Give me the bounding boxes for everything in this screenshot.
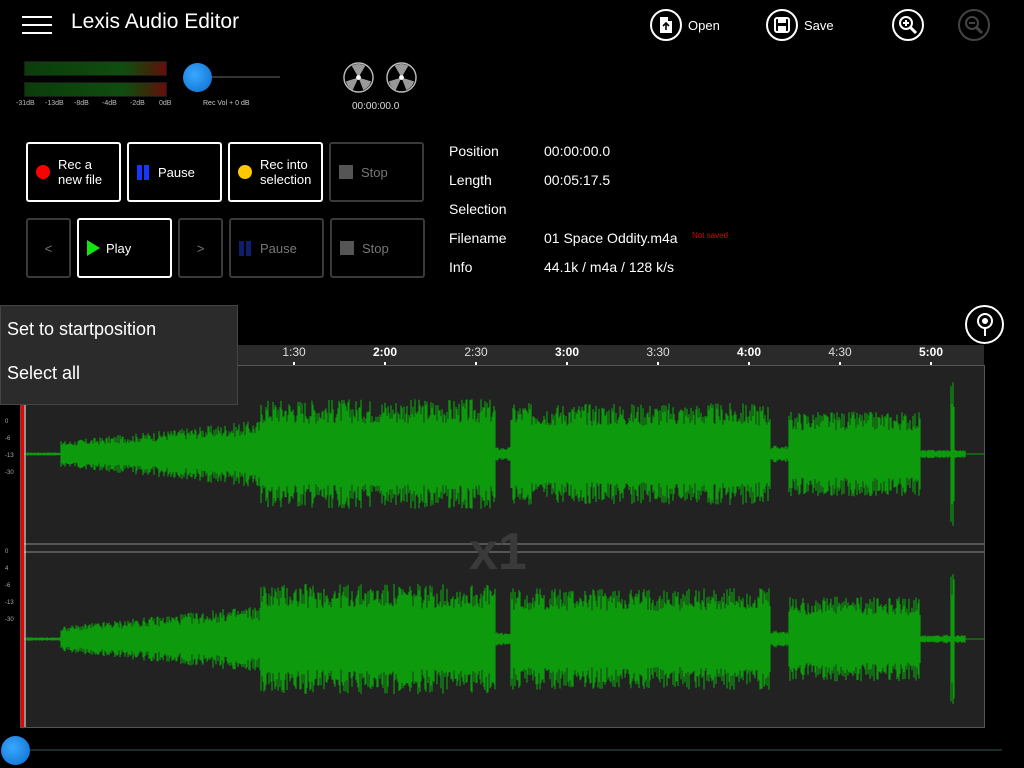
stop-icon: [340, 241, 354, 255]
position-slider-track[interactable]: [30, 749, 1002, 751]
meter-tick: -31dB: [16, 100, 35, 107]
open-button[interactable]: Open: [650, 9, 720, 41]
pause-record-button[interactable]: Pause: [127, 142, 222, 202]
zoom-level-label: x1: [469, 523, 527, 581]
menu-item-select-all[interactable]: Select all: [7, 363, 80, 384]
pause-label: Pause: [158, 164, 195, 180]
open-label: Open: [688, 17, 720, 33]
timeline-tick-label: 2:30: [464, 345, 488, 359]
stop-label: Stop: [362, 240, 389, 256]
timeline-tick-label: 4:30: [828, 345, 852, 359]
zoom-in-icon: [892, 9, 924, 41]
stop-record-button[interactable]: Stop: [329, 142, 424, 202]
record-selection-dot-icon: [238, 165, 252, 179]
info-label: Info: [449, 259, 473, 275]
meter-right-channel: [24, 82, 167, 97]
rec-into-selection-label: Rec into selection: [260, 157, 312, 187]
meter-left-channel: [24, 61, 167, 76]
app-title: Lexis Audio Editor: [71, 10, 240, 33]
not-saved-badge: Not saved: [692, 231, 729, 240]
db-scale-top: 0 -6 -13 -30: [5, 419, 14, 476]
info-value: 44.1k / m4a / 128 k/s: [544, 259, 674, 275]
zoom-out-button[interactable]: [958, 9, 990, 41]
menu-item-set-to-startposition[interactable]: Set to startposition: [7, 319, 156, 340]
zoom-out-icon: [958, 9, 990, 41]
playhead-marker[interactable]: [21, 366, 24, 727]
previous-button[interactable]: <: [26, 218, 71, 278]
timeline-tick-label: 5:00: [918, 345, 944, 359]
save-label: Save: [804, 17, 834, 33]
pause-play-button[interactable]: Pause: [229, 218, 324, 278]
rec-into-selection-button[interactable]: Rec into selection: [228, 142, 323, 202]
meter-tick: 0dB: [159, 100, 172, 107]
db-scale-bottom: 0 4 -6 -13 -30: [5, 549, 14, 623]
play-button[interactable]: Play: [77, 218, 172, 278]
stop-label: Stop: [361, 164, 388, 180]
hamburger-icon: [22, 16, 52, 18]
rec-volume-slider-knob[interactable]: [183, 63, 212, 92]
rec-volume-track[interactable]: [200, 76, 280, 78]
pause-icon: [239, 240, 253, 256]
waveform-channel-right: [26, 574, 981, 704]
stop-play-button[interactable]: Stop: [330, 218, 425, 278]
marker-button[interactable]: [965, 305, 1004, 344]
position-label: Position: [449, 143, 499, 159]
tape-reel-icon: [343, 62, 374, 93]
rec-new-file-button[interactable]: Rec a new file: [26, 142, 121, 202]
tape-reel-icon: [386, 62, 417, 93]
position-slider-knob[interactable]: [1, 736, 30, 765]
play-label: Play: [106, 240, 132, 256]
location-pin-icon: [976, 312, 993, 336]
reel-time-display: 00:00:00.0: [352, 101, 400, 112]
meter-tick: -4dB: [102, 100, 117, 107]
open-file-icon: [650, 9, 682, 41]
meter-tick: -8dB: [74, 100, 89, 107]
pause-icon: [137, 164, 151, 180]
rec-new-file-label: Rec a new file: [58, 157, 103, 187]
zoom-in-button[interactable]: [892, 9, 924, 41]
level-meter: [24, 61, 167, 99]
timeline-tick-label: 3:00: [554, 345, 580, 359]
rec-volume-label: Rec Vol + 0 dB: [203, 100, 250, 107]
length-label: Length: [449, 172, 492, 188]
menu-button[interactable]: [22, 12, 52, 38]
timeline-tick-label: 4:00: [736, 345, 762, 359]
record-dot-icon: [36, 165, 50, 179]
length-value: 00:05:17.5: [544, 172, 611, 188]
meter-tick: -2dB: [130, 100, 145, 107]
next-button[interactable]: >: [178, 218, 223, 278]
selection-label: Selection: [449, 201, 507, 217]
next-label: >: [196, 240, 205, 256]
filename-label: Filename: [449, 230, 507, 246]
meter-tick: -13dB: [45, 100, 64, 107]
meter-scale: -31dB -13dB -8dB -4dB -2dB 0dB: [16, 100, 176, 112]
play-icon: [87, 240, 100, 256]
previous-label: <: [44, 240, 53, 256]
position-value: 00:00:00.0: [544, 143, 611, 159]
timeline-tick-label: 1:30: [282, 345, 306, 359]
filename-value: 01 Space Oddity.m4a: [544, 230, 678, 246]
save-button[interactable]: Save: [766, 9, 834, 41]
context-menu: Set to startposition Select all: [0, 305, 238, 405]
pause-label: Pause: [260, 240, 297, 256]
timeline-tick-label: 3:30: [646, 345, 670, 359]
stop-icon: [339, 165, 353, 179]
save-disk-icon: [766, 9, 798, 41]
timeline-tick-label: 2:00: [372, 345, 398, 359]
